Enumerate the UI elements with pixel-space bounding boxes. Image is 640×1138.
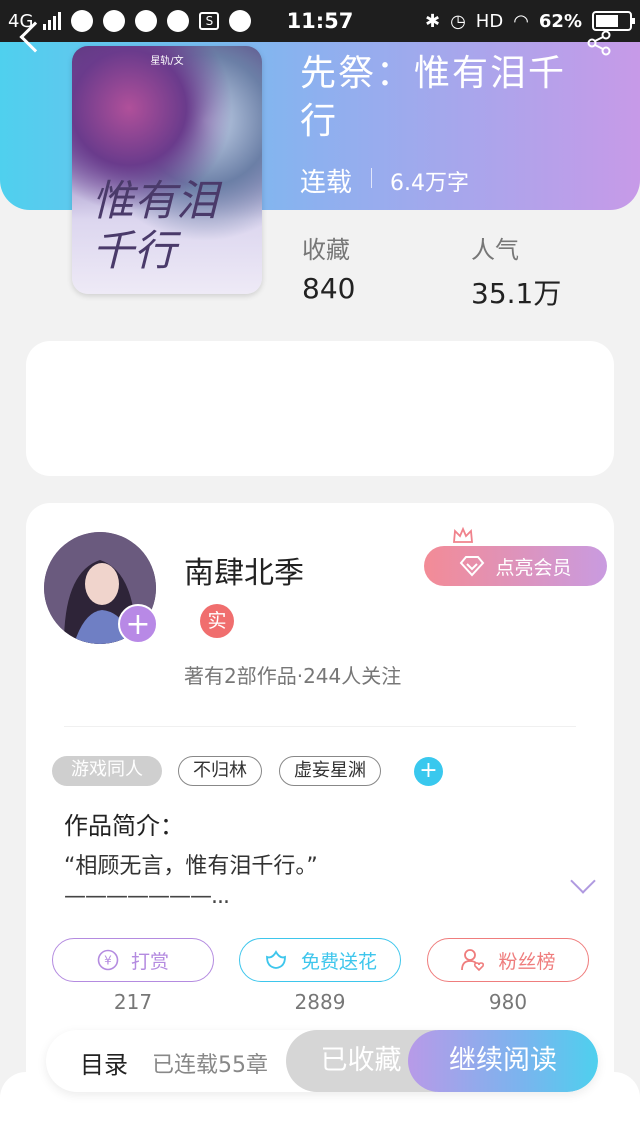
divider: [64, 726, 576, 727]
intro-text: “相顾无言，惟有泪千行。” ———————...: [64, 852, 534, 912]
tip-label: 打赏: [130, 950, 169, 973]
intro-line-1: “相顾无言，惟有泪千行。”: [64, 854, 318, 879]
battery-label: 62%: [538, 10, 582, 32]
browser-icon: [71, 10, 94, 32]
tag-game-fanfic[interactable]: 游戏同人: [52, 756, 162, 786]
flower-count: 2889: [294, 990, 346, 1014]
intro-line-2: ———————...: [64, 884, 230, 909]
fans-icon: [461, 949, 485, 972]
author-name[interactable]: 南肆北季: [184, 548, 304, 592]
flower-icon: [266, 950, 286, 969]
crown-icon: [453, 526, 473, 543]
book-word-count: 6.4万字: [390, 171, 469, 196]
qq-icon: [103, 10, 126, 32]
send-flower-button[interactable]: 免费送花: [239, 938, 401, 982]
verified-badge: 实: [200, 604, 234, 638]
status-bar: 4G S 11:57 ✱ ◷ HD ◠ 62%: [0, 0, 640, 42]
tag-xuwangxingyuan[interactable]: 虚妄星渊: [279, 756, 381, 786]
fan-count: 980: [488, 990, 528, 1014]
add-tag-button[interactable]: +: [414, 757, 443, 786]
weather-icon: [167, 10, 190, 32]
status-divider: [371, 168, 372, 188]
diamond-icon: [460, 556, 485, 577]
favorites-value: 840: [302, 272, 356, 305]
hd-label: HD: [475, 10, 504, 32]
favorites-label: 收藏: [302, 236, 350, 264]
follow-author-button[interactable]: +: [118, 604, 158, 644]
book-cover[interactable]: 星轨/文 惟有泪千行: [72, 46, 262, 294]
chapter-count: 已连载55章: [152, 1053, 268, 1078]
cover-author-line: 星轨/文: [150, 56, 184, 67]
wechat-icon: [135, 10, 158, 32]
bluetooth-icon: ✱: [424, 10, 441, 32]
vip-member-label: 点亮会员: [495, 556, 572, 579]
s-icon: S: [199, 12, 220, 30]
info-card-empty: [26, 341, 614, 476]
yen-icon: ¥: [97, 949, 119, 971]
cover-title-art: 惟有泪千行: [92, 176, 219, 275]
send-flower-label: 免费送花: [300, 950, 377, 973]
tip-button[interactable]: ¥ 打赏: [52, 938, 214, 982]
signal-icon: [43, 12, 62, 30]
fan-rank-label: 粉丝榜: [498, 950, 556, 973]
continue-reading-button[interactable]: 继续阅读: [408, 1030, 598, 1092]
svg-text:¥: ¥: [104, 954, 112, 968]
book-title: 先祭：惟有泪千行: [300, 53, 567, 142]
popularity-label: 人气: [471, 236, 519, 264]
vip-member-button[interactable]: 点亮会员: [424, 546, 607, 586]
tip-count: 217: [113, 990, 153, 1014]
bottom-action-bar: 目录 已连载55章 已收藏 继续阅读: [46, 1030, 598, 1092]
message-icon: [229, 10, 252, 32]
toc-button[interactable]: 目录: [80, 1045, 128, 1080]
alarm-icon: ◷: [450, 10, 466, 32]
author-meta: 著有2部作品·244人关注: [184, 664, 402, 688]
popularity-value: 35.1万: [471, 277, 562, 310]
fan-rank-button[interactable]: 粉丝榜: [427, 938, 589, 982]
intro-heading: 作品简介：: [64, 812, 184, 840]
book-status: 连载: [300, 168, 353, 198]
wifi-icon: ◠: [513, 10, 529, 32]
battery-icon: [592, 11, 635, 31]
tag-buguilin[interactable]: 不归林: [178, 756, 262, 786]
